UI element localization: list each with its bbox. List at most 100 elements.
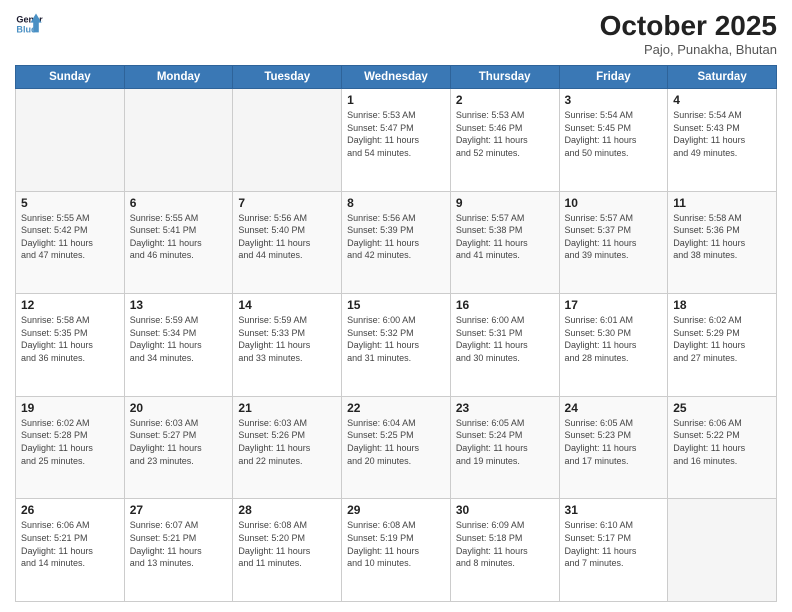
week-row-3: 12 Sunrise: 5:58 AM Sunset: 5:35 PM Dayli… bbox=[16, 294, 777, 397]
day-info: Sunrise: 6:04 AM Sunset: 5:25 PM Dayligh… bbox=[347, 417, 445, 467]
day-number: 24 bbox=[565, 401, 663, 415]
logo: General Blue bbox=[15, 10, 43, 38]
day-number: 19 bbox=[21, 401, 119, 415]
day-info: Sunrise: 6:00 AM Sunset: 5:32 PM Dayligh… bbox=[347, 314, 445, 364]
day-info: Sunrise: 5:55 AM Sunset: 5:42 PM Dayligh… bbox=[21, 212, 119, 262]
day-info: Sunrise: 5:55 AM Sunset: 5:41 PM Dayligh… bbox=[130, 212, 228, 262]
day-cell: 25 Sunrise: 6:06 AM Sunset: 5:22 PM Dayli… bbox=[668, 396, 777, 499]
day-number: 27 bbox=[130, 503, 228, 517]
day-cell: 28 Sunrise: 6:08 AM Sunset: 5:20 PM Dayli… bbox=[233, 499, 342, 602]
day-cell: 19 Sunrise: 6:02 AM Sunset: 5:28 PM Dayli… bbox=[16, 396, 125, 499]
day-cell: 30 Sunrise: 6:09 AM Sunset: 5:18 PM Dayli… bbox=[450, 499, 559, 602]
title-block: October 2025 Pajo, Punakha, Bhutan bbox=[600, 10, 777, 57]
day-cell: 27 Sunrise: 6:07 AM Sunset: 5:21 PM Dayli… bbox=[124, 499, 233, 602]
day-info: Sunrise: 5:54 AM Sunset: 5:43 PM Dayligh… bbox=[673, 109, 771, 159]
day-cell: 2 Sunrise: 5:53 AM Sunset: 5:46 PM Daylig… bbox=[450, 89, 559, 192]
day-number: 15 bbox=[347, 298, 445, 312]
day-info: Sunrise: 6:06 AM Sunset: 5:22 PM Dayligh… bbox=[673, 417, 771, 467]
day-number: 22 bbox=[347, 401, 445, 415]
day-info: Sunrise: 5:58 AM Sunset: 5:36 PM Dayligh… bbox=[673, 212, 771, 262]
day-number: 30 bbox=[456, 503, 554, 517]
day-cell: 29Sunrise: 6:08 AM Sunset: 5:19 PM Dayli… bbox=[342, 499, 451, 602]
day-number: 14 bbox=[238, 298, 336, 312]
day-info: Sunrise: 6:02 AM Sunset: 5:29 PM Dayligh… bbox=[673, 314, 771, 364]
day-number: 25 bbox=[673, 401, 771, 415]
day-cell bbox=[124, 89, 233, 192]
day-cell: 3 Sunrise: 5:54 AM Sunset: 5:45 PM Daylig… bbox=[559, 89, 668, 192]
day-number: 3 bbox=[565, 93, 663, 107]
weekday-header-tuesday: Tuesday bbox=[233, 66, 342, 89]
day-cell: 18 Sunrise: 6:02 AM Sunset: 5:29 PM Dayli… bbox=[668, 294, 777, 397]
month-title: October 2025 bbox=[600, 10, 777, 42]
day-number: 20 bbox=[130, 401, 228, 415]
week-row-2: 5Sunrise: 5:55 AM Sunset: 5:42 PM Daylig… bbox=[16, 191, 777, 294]
day-cell: 12 Sunrise: 5:58 AM Sunset: 5:35 PM Dayli… bbox=[16, 294, 125, 397]
day-cell: 5Sunrise: 5:55 AM Sunset: 5:42 PM Daylig… bbox=[16, 191, 125, 294]
day-info: Sunrise: 6:01 AM Sunset: 5:30 PM Dayligh… bbox=[565, 314, 663, 364]
weekday-header-wednesday: Wednesday bbox=[342, 66, 451, 89]
day-cell: 7 Sunrise: 5:56 AM Sunset: 5:40 PM Daylig… bbox=[233, 191, 342, 294]
day-number: 7 bbox=[238, 196, 336, 210]
day-info: Sunrise: 6:07 AM Sunset: 5:21 PM Dayligh… bbox=[130, 519, 228, 569]
day-info: Sunrise: 6:09 AM Sunset: 5:18 PM Dayligh… bbox=[456, 519, 554, 569]
day-info: Sunrise: 6:08 AM Sunset: 5:20 PM Dayligh… bbox=[238, 519, 336, 569]
day-cell: 22 Sunrise: 6:04 AM Sunset: 5:25 PM Dayli… bbox=[342, 396, 451, 499]
day-info: Sunrise: 5:59 AM Sunset: 5:33 PM Dayligh… bbox=[238, 314, 336, 364]
day-cell: 23Sunrise: 6:05 AM Sunset: 5:24 PM Dayli… bbox=[450, 396, 559, 499]
header: General Blue October 2025 Pajo, Punakha,… bbox=[15, 10, 777, 57]
week-row-4: 19 Sunrise: 6:02 AM Sunset: 5:28 PM Dayli… bbox=[16, 396, 777, 499]
day-cell: 11 Sunrise: 5:58 AM Sunset: 5:36 PM Dayli… bbox=[668, 191, 777, 294]
day-cell: 20 Sunrise: 6:03 AM Sunset: 5:27 PM Dayli… bbox=[124, 396, 233, 499]
week-row-1: 1Sunrise: 5:53 AM Sunset: 5:47 PM Daylig… bbox=[16, 89, 777, 192]
day-cell: 21 Sunrise: 6:03 AM Sunset: 5:26 PM Dayli… bbox=[233, 396, 342, 499]
day-info: Sunrise: 6:02 AM Sunset: 5:28 PM Dayligh… bbox=[21, 417, 119, 467]
location-subtitle: Pajo, Punakha, Bhutan bbox=[600, 42, 777, 57]
day-cell: 16 Sunrise: 6:00 AM Sunset: 5:31 PM Dayli… bbox=[450, 294, 559, 397]
day-cell: 9 Sunrise: 5:57 AM Sunset: 5:38 PM Daylig… bbox=[450, 191, 559, 294]
day-info: Sunrise: 6:05 AM Sunset: 5:23 PM Dayligh… bbox=[565, 417, 663, 467]
day-info: Sunrise: 5:56 AM Sunset: 5:40 PM Dayligh… bbox=[238, 212, 336, 262]
svg-text:Blue: Blue bbox=[16, 24, 36, 34]
day-info: Sunrise: 6:00 AM Sunset: 5:31 PM Dayligh… bbox=[456, 314, 554, 364]
day-number: 1 bbox=[347, 93, 445, 107]
day-info: Sunrise: 6:08 AM Sunset: 5:19 PM Dayligh… bbox=[347, 519, 445, 569]
day-number: 6 bbox=[130, 196, 228, 210]
day-info: Sunrise: 5:57 AM Sunset: 5:38 PM Dayligh… bbox=[456, 212, 554, 262]
weekday-header-monday: Monday bbox=[124, 66, 233, 89]
day-info: Sunrise: 6:03 AM Sunset: 5:27 PM Dayligh… bbox=[130, 417, 228, 467]
weekday-header-row: SundayMondayTuesdayWednesdayThursdayFrid… bbox=[16, 66, 777, 89]
day-cell: 1Sunrise: 5:53 AM Sunset: 5:47 PM Daylig… bbox=[342, 89, 451, 192]
day-number: 12 bbox=[21, 298, 119, 312]
day-number: 9 bbox=[456, 196, 554, 210]
day-cell bbox=[16, 89, 125, 192]
day-number: 10 bbox=[565, 196, 663, 210]
day-number: 13 bbox=[130, 298, 228, 312]
day-number: 4 bbox=[673, 93, 771, 107]
day-cell: 14 Sunrise: 5:59 AM Sunset: 5:33 PM Dayli… bbox=[233, 294, 342, 397]
day-info: Sunrise: 5:53 AM Sunset: 5:46 PM Dayligh… bbox=[456, 109, 554, 159]
day-number: 16 bbox=[456, 298, 554, 312]
day-number: 8 bbox=[347, 196, 445, 210]
day-number: 21 bbox=[238, 401, 336, 415]
day-cell: 26Sunrise: 6:06 AM Sunset: 5:21 PM Dayli… bbox=[16, 499, 125, 602]
weekday-header-friday: Friday bbox=[559, 66, 668, 89]
day-info: Sunrise: 5:59 AM Sunset: 5:34 PM Dayligh… bbox=[130, 314, 228, 364]
day-cell bbox=[233, 89, 342, 192]
day-cell: 15 Sunrise: 6:00 AM Sunset: 5:32 PM Dayli… bbox=[342, 294, 451, 397]
day-info: Sunrise: 6:06 AM Sunset: 5:21 PM Dayligh… bbox=[21, 519, 119, 569]
logo-icon: General Blue bbox=[15, 10, 43, 38]
day-number: 11 bbox=[673, 196, 771, 210]
day-info: Sunrise: 6:03 AM Sunset: 5:26 PM Dayligh… bbox=[238, 417, 336, 467]
day-number: 28 bbox=[238, 503, 336, 517]
weekday-header-saturday: Saturday bbox=[668, 66, 777, 89]
week-row-5: 26Sunrise: 6:06 AM Sunset: 5:21 PM Dayli… bbox=[16, 499, 777, 602]
calendar-table: SundayMondayTuesdayWednesdayThursdayFrid… bbox=[15, 65, 777, 602]
day-number: 23 bbox=[456, 401, 554, 415]
day-cell: 4 Sunrise: 5:54 AM Sunset: 5:43 PM Daylig… bbox=[668, 89, 777, 192]
day-info: Sunrise: 5:56 AM Sunset: 5:39 PM Dayligh… bbox=[347, 212, 445, 262]
day-number: 2 bbox=[456, 93, 554, 107]
day-number: 18 bbox=[673, 298, 771, 312]
day-cell: 10Sunrise: 5:57 AM Sunset: 5:37 PM Dayli… bbox=[559, 191, 668, 294]
day-info: Sunrise: 5:54 AM Sunset: 5:45 PM Dayligh… bbox=[565, 109, 663, 159]
day-info: Sunrise: 5:58 AM Sunset: 5:35 PM Dayligh… bbox=[21, 314, 119, 364]
